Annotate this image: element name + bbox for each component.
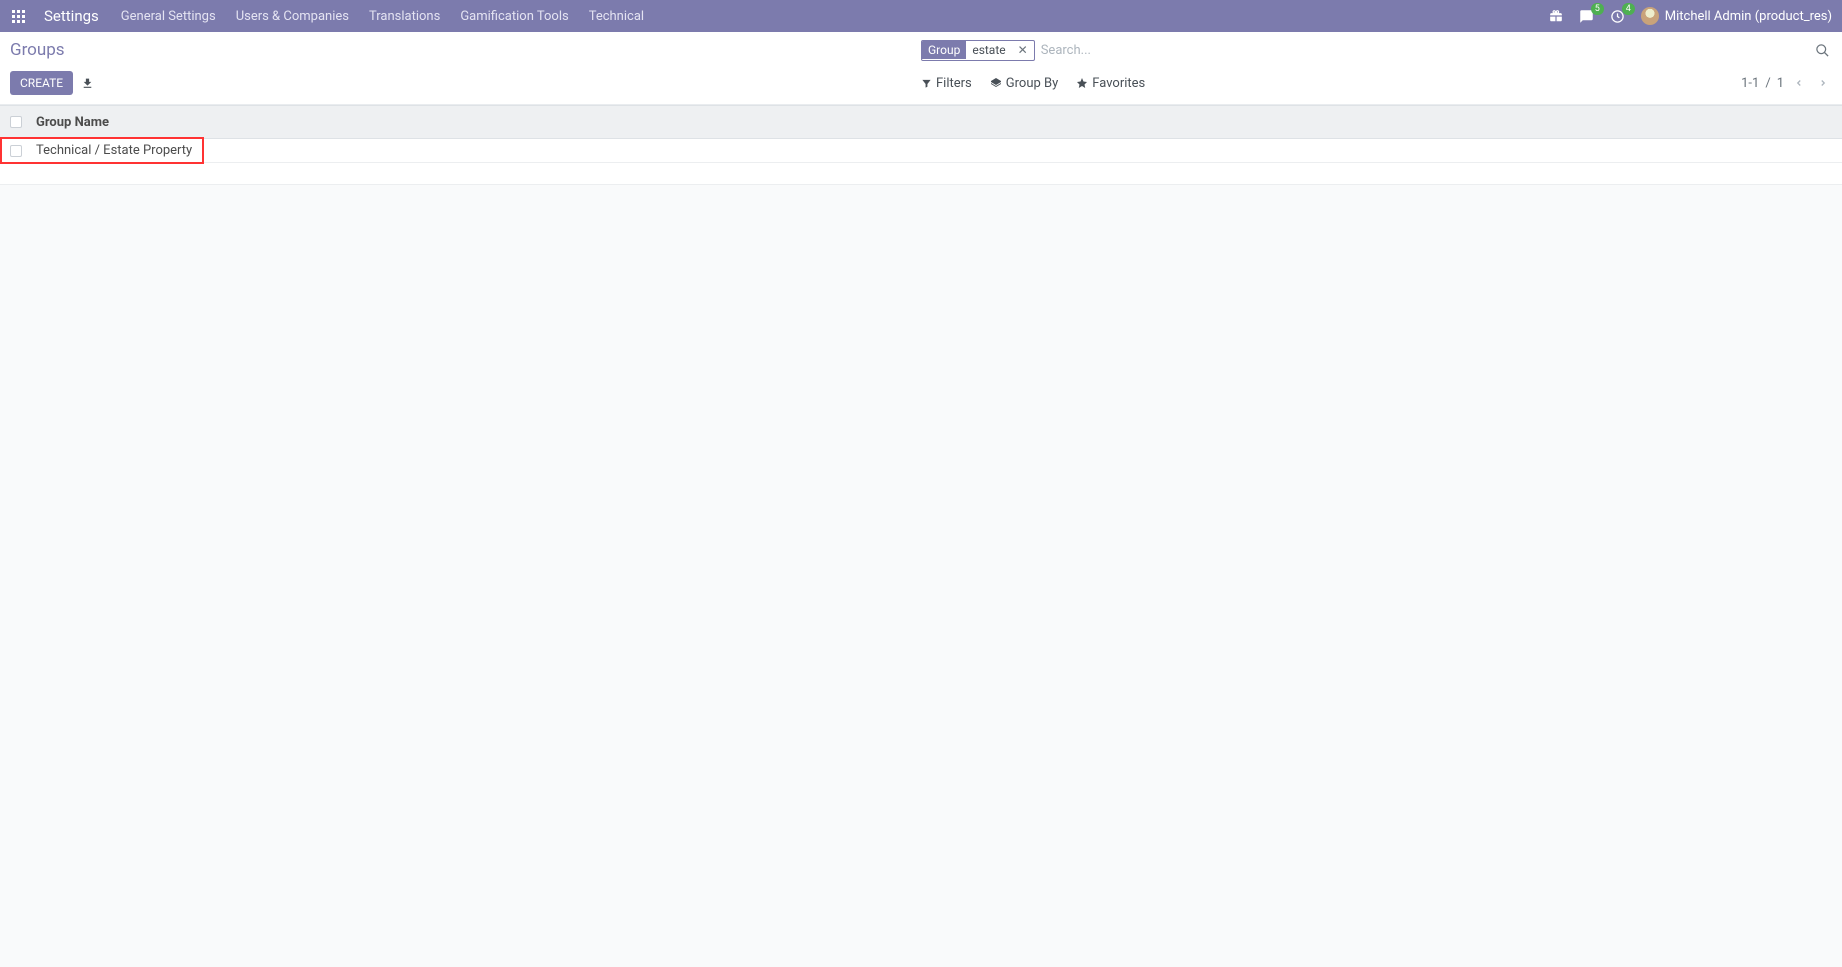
- breadcrumb: Groups: [0, 40, 65, 60]
- activities-badge: 4: [1622, 3, 1635, 15]
- select-all-checkbox[interactable]: [10, 116, 22, 128]
- column-header-group-name[interactable]: Group Name: [36, 115, 109, 130]
- export-button[interactable]: [81, 77, 94, 90]
- pager-next-button[interactable]: [1814, 76, 1832, 90]
- row-group-name[interactable]: Technical / Estate Property: [36, 143, 192, 158]
- messages-icon[interactable]: 5: [1579, 9, 1594, 24]
- group-by-label: Group By: [1006, 76, 1059, 91]
- facet-remove-icon[interactable]: ✕: [1012, 43, 1034, 57]
- pager-total: 1: [1777, 76, 1784, 91]
- group-by-button[interactable]: Group By: [990, 76, 1059, 91]
- filter-icon: [921, 78, 932, 89]
- control-panel: Groups Group estate ✕ CREATE Filters: [0, 32, 1842, 105]
- table-row[interactable]: Technical / Estate Property: [0, 139, 1842, 163]
- pager-range: 1-1: [1741, 76, 1759, 91]
- row-checkbox[interactable]: [10, 145, 22, 157]
- nav-menu-general-settings[interactable]: General Settings: [121, 9, 216, 24]
- nav-menu-users-companies[interactable]: Users & Companies: [236, 9, 349, 24]
- search-icon[interactable]: [1815, 43, 1830, 58]
- filters-label: Filters: [936, 76, 972, 91]
- nav-menu-gamification-tools[interactable]: Gamification Tools: [460, 9, 568, 24]
- nav-menu-translations[interactable]: Translations: [369, 9, 440, 24]
- star-icon: [1076, 77, 1088, 89]
- top-navbar: Settings General Settings Users & Compan…: [0, 0, 1842, 32]
- activities-icon[interactable]: 4: [1610, 9, 1625, 24]
- table-spacer: [0, 163, 1842, 185]
- avatar: [1641, 7, 1659, 25]
- user-menu[interactable]: Mitchell Admin (product_res): [1641, 7, 1832, 25]
- favorites-button[interactable]: Favorites: [1076, 76, 1145, 91]
- facet-label: Group: [922, 41, 966, 59]
- facet-value: estate: [966, 41, 1011, 59]
- search-input[interactable]: [1035, 39, 1815, 62]
- messages-badge: 5: [1591, 3, 1604, 15]
- groups-table: Group Name Technical / Estate Property: [0, 105, 1842, 185]
- table-header: Group Name: [0, 105, 1842, 139]
- search-facet-group: Group estate ✕: [921, 40, 1035, 61]
- nav-menu-technical[interactable]: Technical: [589, 9, 644, 24]
- nav-menu: General Settings Users & Companies Trans…: [121, 9, 644, 24]
- apps-icon[interactable]: [10, 8, 26, 24]
- pager-prev-button[interactable]: [1790, 76, 1808, 90]
- user-label: Mitchell Admin (product_res): [1665, 9, 1832, 24]
- create-button[interactable]: CREATE: [10, 71, 73, 95]
- search-area: Group estate ✕: [921, 39, 1842, 62]
- layers-icon: [990, 77, 1002, 89]
- favorites-label: Favorites: [1092, 76, 1145, 91]
- pager-sep: /: [1765, 76, 1770, 91]
- filters-button[interactable]: Filters: [921, 76, 972, 91]
- gift-icon[interactable]: [1549, 9, 1563, 23]
- pager: 1-1 / 1: [1741, 76, 1832, 91]
- app-brand[interactable]: Settings: [44, 7, 99, 25]
